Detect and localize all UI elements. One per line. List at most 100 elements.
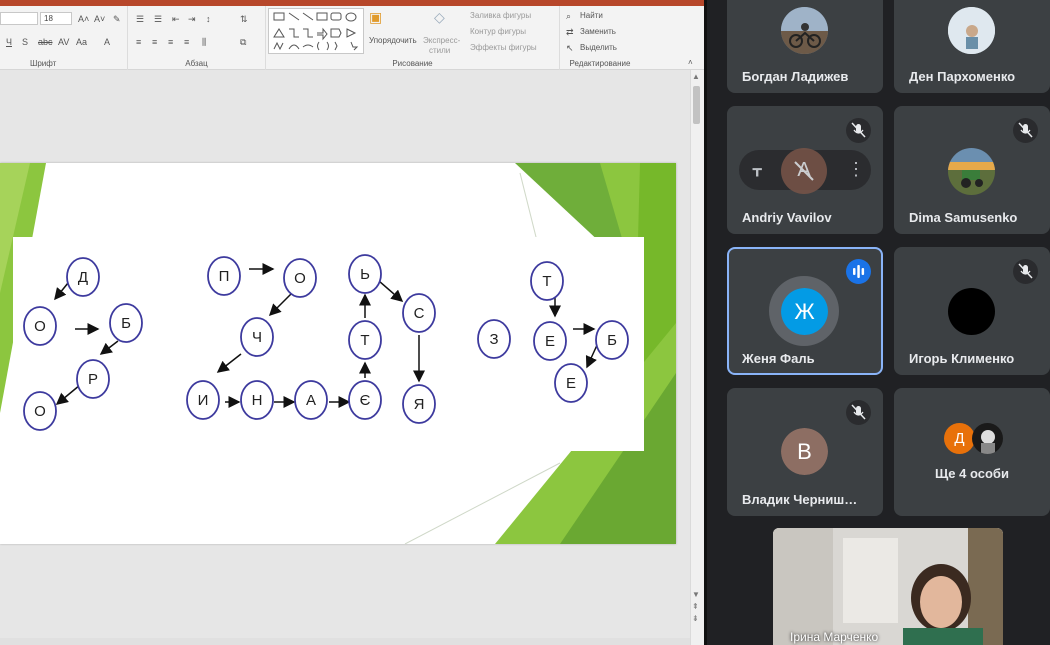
node-letter: О [294,270,306,287]
font-group-label: Шрифт [30,59,57,68]
change-case-icon[interactable]: Aa [76,37,87,47]
node-letter: З [489,331,498,348]
node-letter: И [198,392,209,409]
find-button[interactable]: Найти [580,11,603,20]
participant-tile[interactable]: В Владик Черниш… [727,388,883,516]
vertical-scrollbar[interactable] [690,70,704,645]
shapes-gallery[interactable] [268,8,364,54]
next-slide-icon[interactable]: ⇟ [692,614,699,623]
avatar [972,423,1003,454]
person-photo-icon [948,7,995,54]
self-view-video[interactable]: Ірина Марченко [773,528,1003,645]
arrow [55,384,81,405]
font-color-icon[interactable]: A [104,37,110,47]
select-button[interactable]: Выделить [580,43,617,52]
columns-icon[interactable]: ⫼ [202,37,206,47]
more-options-icon[interactable]: ⋮ [847,158,865,180]
hover-controls: ᚁ A ⋮ [739,148,871,194]
shadow-icon[interactable]: S [22,37,28,47]
quick-styles-label-1[interactable]: Экспресс- [423,36,460,45]
quick-styles-label-2[interactable]: стили [429,46,450,55]
shrink-font-icon[interactable]: A˅ [94,14,105,24]
participant-name: Владик Черниш… [742,492,858,507]
more-participants-label: Ще 4 особи [935,466,1009,481]
mic-off-icon [846,118,871,143]
scrollbar-thumb[interactable] [693,86,700,124]
collapse-ribbon-icon[interactable]: ˄ [688,58,693,68]
spacing-icon[interactable]: AV [58,37,69,47]
drawing-group-label: Рисование [392,59,433,68]
participant-tile[interactable]: Ден Пархоменко [894,0,1050,93]
align-right-icon[interactable]: ≡ [168,37,173,47]
shape-outline-button[interactable]: Контур фигуры [470,27,526,36]
paragraph-group: ☰ ☰ ⇤ ⇥ ↕ ⇅ ≡ ≡ ≡ ≡ ⫼ ⧉ Абзац [128,6,266,70]
replace-icon: ⇄ [566,27,574,37]
arrange-icon[interactable]: ▣ [369,10,382,24]
node-letter: А [306,392,316,409]
node-letter: Д [78,269,88,286]
scroll-down-icon[interactable]: ▼ [692,590,700,599]
avatar: A [781,148,827,194]
node-letter: С [414,305,425,322]
mic-off-icon [1013,259,1038,284]
prev-slide-icon[interactable]: ⇞ [692,602,699,611]
arrange-button[interactable]: Упорядочить [369,36,417,45]
text-direction-icon[interactable]: ⇅ [240,14,248,24]
arrow [378,280,404,302]
grow-font-icon[interactable]: A˄ [78,14,89,24]
letter-puzzle-diagram: Д О Б Р О П О Ч И Н А Є Ь Т С Я З Т Е Б … [13,237,644,451]
paragraph-group-label: Абзац [185,59,208,68]
increase-indent-icon[interactable]: ⇥ [188,14,196,24]
avatar [781,7,828,54]
node-letter: Р [88,371,98,388]
bullets-icon[interactable]: ☰ [136,14,144,24]
more-participants-tile[interactable]: Д Ще 4 особи [894,388,1050,516]
status-bar [0,638,690,645]
align-left-icon[interactable]: ≡ [136,37,141,47]
underline-icon[interactable]: Ч [6,37,12,47]
node-letter: Б [121,315,131,332]
font-name-box[interactable] [0,12,38,25]
node-letter: Ь [360,266,370,283]
participant-tile[interactable]: ᚁ A ⋮ Andriy Vavilov [727,106,883,234]
node-letter: Ч [252,329,262,346]
node-letter: О [34,403,46,420]
align-center-icon[interactable]: ≡ [152,37,157,47]
avatar: Д [944,423,975,454]
participant-tile[interactable]: Dima Samusenko [894,106,1050,234]
self-video-frame [773,528,1003,645]
drawing-group: ▣ Упорядочить ◇ Экспресс- стили Заливка … [266,6,560,70]
numbering-icon[interactable]: ☰ [154,14,162,24]
replace-button[interactable]: Заменить [580,27,616,36]
font-size-box[interactable]: 18 [40,12,72,25]
participant-name: Женя Фаль [742,351,815,366]
editing-group-label: Редактирование [569,59,631,68]
scroll-up-icon[interactable]: ▲ [692,72,700,81]
mute-overlay-icon[interactable] [781,148,827,194]
shape-effects-button[interactable]: Эффекты фигуры [470,43,537,52]
node-letter: Т [360,332,369,349]
motorbike-photo-icon [781,7,828,54]
participant-tile-active[interactable]: Ж Женя Фаль [727,247,883,375]
ribbon: 18 A˄ A˅ ✎ Ч S abc AV Aa A Шрифт ☰ ☰ ⇤ ⇥… [0,6,704,70]
font-group: 18 A˄ A˅ ✎ Ч S abc AV Aa A Шрифт [0,6,128,70]
node-letter: О [34,318,46,335]
mic-off-icon [1013,118,1038,143]
decrease-indent-icon[interactable]: ⇤ [172,14,180,24]
slide-canvas[interactable]: Д О Б Р О П О Ч И Н А Є Ь Т С Я З Т Е Б … [0,163,676,544]
avatar [948,7,995,54]
node-letter: П [219,268,230,285]
participant-tile[interactable]: Игорь Клименко [894,247,1050,375]
smartart-icon[interactable]: ⧉ [240,37,246,47]
person-photo-icon [981,430,995,454]
editing-group: ⌕ Найти ⇄ Заменить ↖ Выделить Редактиров… [560,6,640,70]
clear-format-icon[interactable]: ✎ [113,14,121,24]
line-spacing-icon[interactable]: ↕ [206,14,211,24]
justify-icon[interactable]: ≡ [184,37,189,47]
strikethrough-icon[interactable]: abc [38,37,53,47]
pin-icon[interactable]: ᚁ [753,159,761,179]
participant-tile[interactable]: Богдан Ладижев [727,0,883,93]
shape-fill-button[interactable]: Заливка фигуры [470,11,531,20]
meet-participants-panel: Богдан Ладижев Ден Пархоменко ᚁ A ⋮ Andr… [704,0,1050,645]
quick-styles-icon[interactable]: ◇ [434,10,445,24]
